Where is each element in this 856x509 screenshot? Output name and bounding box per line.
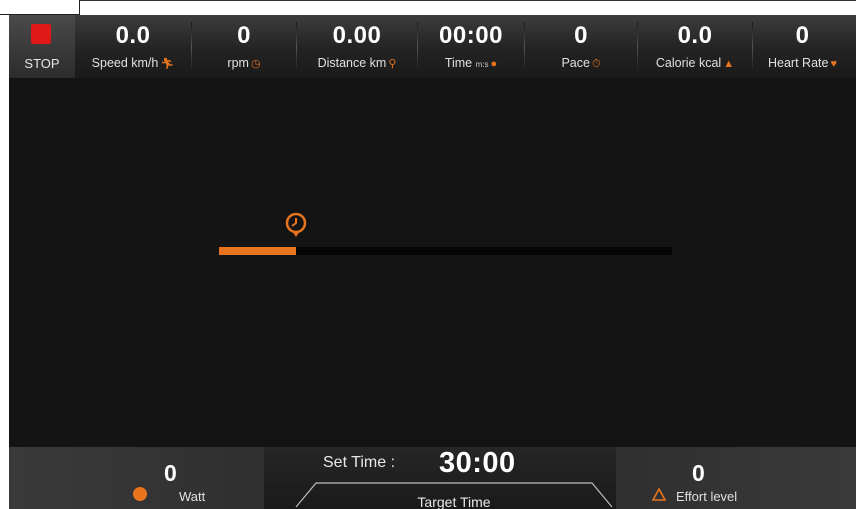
watt-value: 0 (164, 460, 177, 486)
window-frame-tab (0, 0, 80, 15)
window-frame-line (80, 0, 856, 1)
pace-value: 0 (574, 22, 588, 49)
heart-rate-value: 0 (795, 22, 810, 49)
stop-icon (31, 24, 51, 44)
effort-value: 0 (692, 460, 705, 486)
progress-fill (219, 247, 296, 255)
metric-time: 00:00 Time m:s ● (418, 15, 524, 78)
stopwatch-icon: ⏱︎ (591, 58, 601, 70)
stop-label: STOP (24, 56, 60, 71)
time-label: Time (444, 56, 473, 70)
set-time-label: Set Time : (323, 454, 396, 471)
metrics-bar: STOP 0.0 Speed km/h 🏃︎ 0 rpm ◷ 0.00 Distan… (9, 15, 856, 78)
target-time-label: Target Time (417, 494, 491, 509)
clock-marker-icon (285, 212, 307, 237)
speed-label: Speed km/h (91, 56, 159, 70)
stop-button[interactable]: STOP (9, 15, 75, 78)
metric-heart-rate: 0 Heart Rate ♥ (753, 15, 852, 78)
rpm-value: 0 (237, 22, 251, 49)
time-value: 00:00 (439, 22, 503, 49)
bottom-bar: 0 Watt Set Time : 30:00 Target Time 0 Ef… (9, 447, 856, 509)
rpm-gauge-icon: ◷ (250, 58, 261, 70)
distance-label: Distance km (317, 56, 387, 70)
calorie-label: Calorie kcal (655, 56, 722, 70)
flame-icon: ▲ (723, 58, 735, 70)
pace-label: Pace (561, 56, 590, 70)
distance-value: 0.00 (332, 22, 382, 49)
metric-distance: 0.00 Distance km ⚲ (297, 15, 417, 78)
time-clock-icon: ● (490, 58, 498, 70)
set-time-value[interactable]: 30:00 (439, 447, 516, 480)
metric-pace: 0 Pace ⏱︎ (525, 15, 637, 78)
treadmill-console-screen: STOP 0.0 Speed km/h 🏃︎ 0 rpm ◷ 0.00 Distan… (9, 15, 856, 509)
speed-value: 0.0 (115, 22, 151, 49)
metric-calorie: 0.0 Calorie kcal ▲ (638, 15, 752, 78)
runner-icon: 🏃︎ (160, 58, 175, 70)
distance-pin-icon: ⚲ (388, 58, 397, 70)
rpm-label: rpm (227, 56, 249, 70)
metric-speed: 0.0 Speed km/h 🏃︎ (75, 15, 191, 78)
watt-icon (133, 487, 147, 501)
effort-label: Effort level (676, 489, 738, 504)
watt-label: Watt (179, 489, 206, 504)
heart-icon: ♥ (830, 58, 837, 70)
time-sublabel: m:s (475, 60, 489, 69)
metric-rpm: 0 rpm ◷ (192, 15, 296, 78)
heart-rate-label: Heart Rate (768, 56, 829, 70)
progress-track (219, 247, 672, 255)
effort-triangle-icon (652, 488, 666, 501)
calorie-value: 0.0 (677, 22, 713, 49)
